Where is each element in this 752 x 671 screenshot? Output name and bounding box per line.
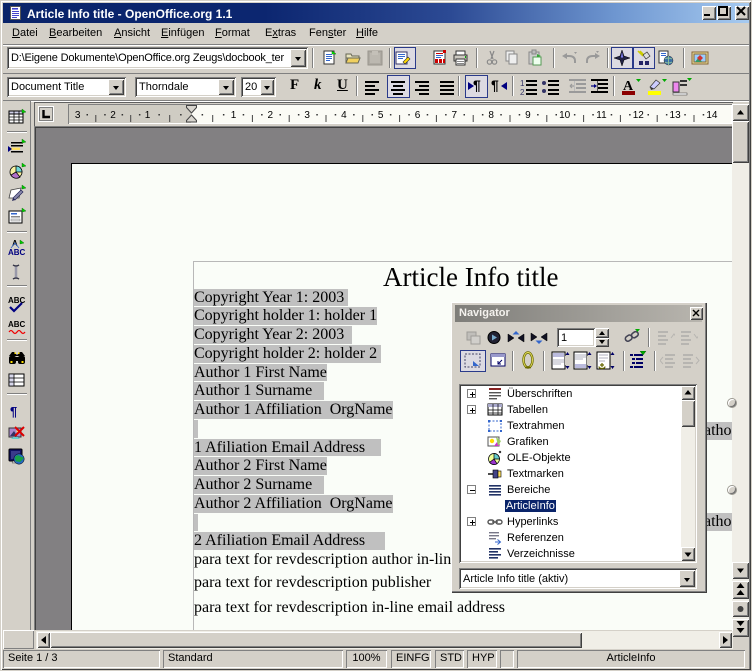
svg-text:10: 10 [559, 110, 571, 121]
svg-text:5: 5 [378, 110, 384, 121]
svg-text:12: 12 [633, 110, 645, 121]
svg-text:6: 6 [415, 110, 421, 121]
svg-text:2: 2 [110, 110, 116, 121]
svg-text:2: 2 [268, 110, 274, 121]
svg-text:1: 1 [231, 110, 237, 121]
svg-text:ABC: ABC [8, 320, 26, 329]
svg-text:11: 11 [596, 110, 607, 121]
svg-text:2: 2 [520, 88, 525, 96]
svg-text:ABC: ABC [8, 296, 26, 305]
svg-text:1: 1 [520, 79, 525, 88]
svg-text:4: 4 [341, 110, 347, 121]
svg-text:13: 13 [670, 110, 682, 121]
svg-text:14: 14 [706, 110, 718, 121]
svg-text:3: 3 [304, 110, 310, 121]
svg-text:3: 3 [75, 110, 81, 121]
svg-text:1: 1 [145, 110, 151, 121]
svg-text:ABC: ABC [8, 248, 26, 257]
svg-text:9: 9 [525, 110, 531, 121]
svg-text:7: 7 [452, 110, 458, 121]
svg-text:8: 8 [488, 110, 494, 121]
